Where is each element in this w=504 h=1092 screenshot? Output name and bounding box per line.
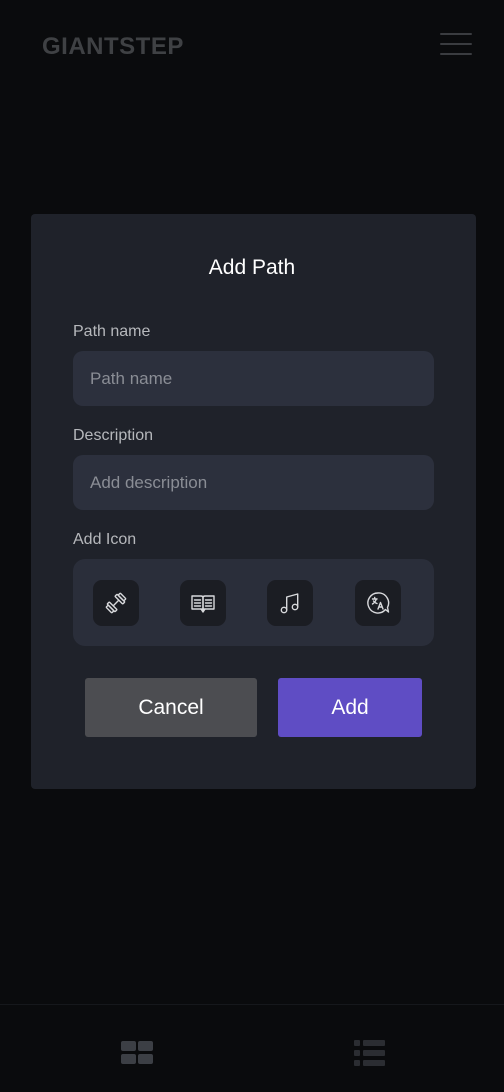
list-view-icon bbox=[354, 1040, 385, 1066]
hamburger-menu-icon[interactable] bbox=[438, 31, 472, 59]
app-logo: GIANTSTEP bbox=[42, 33, 184, 60]
dumbbell-icon bbox=[105, 592, 127, 614]
music-note-icon bbox=[280, 593, 299, 614]
description-label: Description bbox=[73, 427, 154, 444]
icon-option-music[interactable] bbox=[267, 580, 313, 626]
add-icon-label: Add Icon bbox=[73, 531, 137, 548]
menu-line bbox=[440, 43, 472, 45]
menu-line bbox=[440, 53, 472, 55]
nav-grid-view[interactable] bbox=[117, 1033, 157, 1073]
grid-view-icon bbox=[121, 1041, 153, 1064]
icon-option-translate[interactable] bbox=[355, 580, 401, 626]
path-name-label: Path name bbox=[73, 323, 151, 340]
modal-title: Add Path bbox=[208, 256, 296, 279]
path-name-input[interactable] bbox=[73, 351, 434, 406]
book-open-icon bbox=[191, 595, 215, 613]
app-root: GIANTSTEP Add Path Path name Description… bbox=[0, 0, 504, 1092]
bottom-nav bbox=[0, 1004, 504, 1092]
nav-list-view[interactable] bbox=[350, 1033, 390, 1073]
menu-line bbox=[440, 33, 472, 35]
icon-option-dumbbell[interactable] bbox=[93, 580, 139, 626]
icon-option-book[interactable] bbox=[180, 580, 226, 626]
translate-icon bbox=[367, 592, 390, 614]
top-header: GIANTSTEP bbox=[0, 0, 504, 96]
add-button[interactable]: Add bbox=[278, 678, 422, 737]
cancel-button[interactable]: Cancel bbox=[85, 678, 257, 737]
description-input[interactable] bbox=[73, 455, 434, 510]
icon-picker bbox=[73, 559, 434, 646]
